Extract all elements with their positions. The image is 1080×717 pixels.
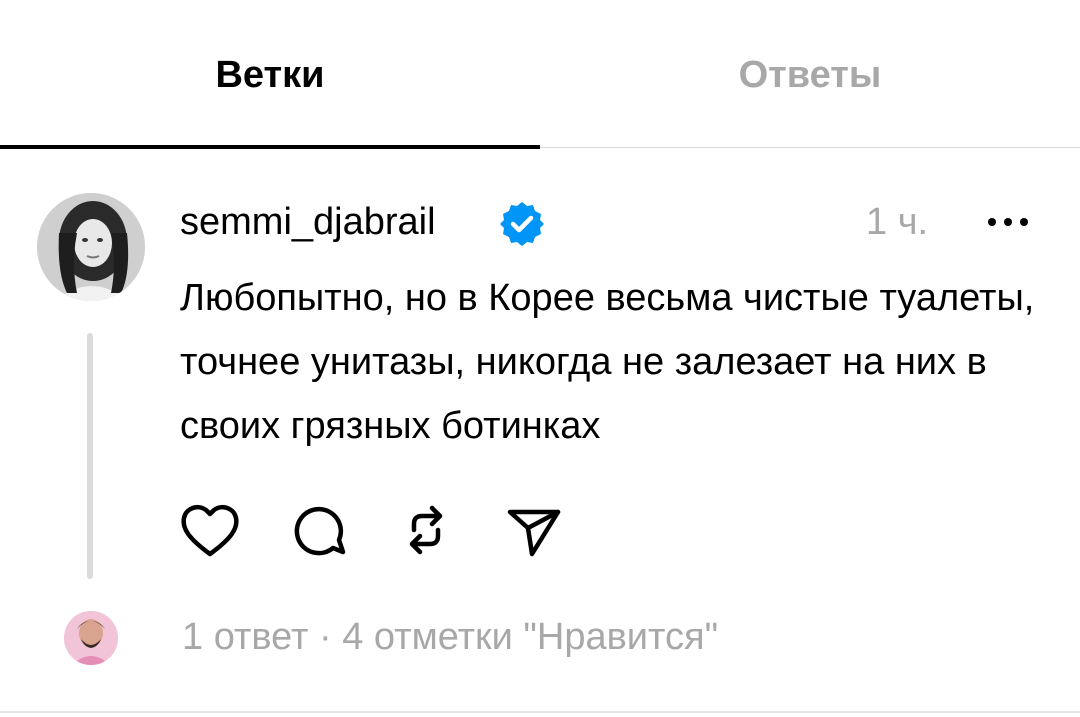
avatar-image (37, 193, 145, 301)
replies-count[interactable]: 1 ответ (182, 616, 308, 658)
tab-threads[interactable]: Ветки (0, 0, 540, 150)
thread-line (87, 333, 93, 579)
verified-badge-icon (500, 202, 544, 246)
bottom-divider (0, 711, 1080, 713)
reply-avatar-image (64, 611, 118, 665)
tab-bar: Ветки Ответы (0, 0, 1080, 150)
thread-page: Ветки Ответы semmi_djabrail 1 ч. Любопыт… (0, 0, 1080, 717)
stats-separator: · (319, 616, 332, 658)
likes-count[interactable]: 4 отметки "Нравится" (342, 616, 718, 658)
tab-divider (540, 147, 1080, 148)
active-tab-indicator (0, 145, 540, 149)
tab-replies[interactable]: Ответы (540, 0, 1080, 150)
repost-icon[interactable] (394, 500, 458, 560)
thread-stats[interactable]: 1 ответ · 4 отметки "Нравится" (182, 612, 718, 662)
comment-icon[interactable] (287, 500, 351, 560)
share-icon[interactable] (502, 500, 566, 560)
post-time: 1 ч. (866, 201, 929, 243)
more-options-icon[interactable] (980, 202, 1036, 242)
username[interactable]: semmi_djabrail (180, 197, 436, 247)
avatar[interactable] (37, 193, 145, 301)
heart-icon[interactable] (178, 500, 242, 560)
post-text: Любопытно, но в Корее весьма чистые туал… (180, 277, 1035, 447)
reply-avatar[interactable] (64, 611, 118, 665)
